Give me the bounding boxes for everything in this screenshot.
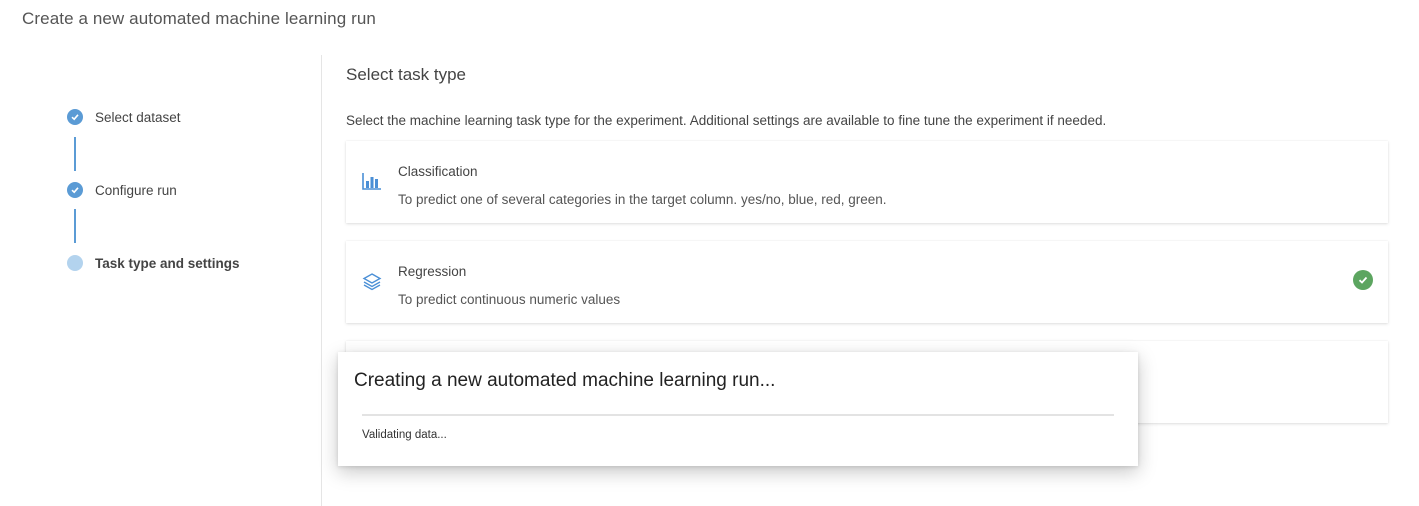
progress-bar	[362, 414, 1114, 416]
checkmark-icon	[67, 182, 83, 198]
section-description: Select the machine learning task type fo…	[346, 113, 1107, 128]
checkmark-icon	[67, 109, 83, 125]
step-label: Configure run	[95, 182, 177, 198]
dialog-status: Validating data...	[362, 429, 447, 441]
step-task-type-settings[interactable]: Task type and settings	[67, 255, 240, 271]
task-card-regression[interactable]: Regression To predict continuous numeric…	[346, 241, 1388, 323]
task-title: Regression	[398, 264, 467, 279]
step-configure-run[interactable]: Configure run	[67, 182, 177, 198]
dialog-title: Creating a new automated machine learnin…	[354, 370, 776, 391]
task-description: To predict one of several categories in …	[398, 192, 887, 207]
current-step-icon	[67, 255, 83, 271]
selected-check-icon	[1353, 270, 1373, 290]
step-label: Select dataset	[95, 109, 181, 125]
step-connector	[74, 209, 76, 243]
page-title: Create a new automated machine learning …	[22, 9, 376, 28]
layers-icon	[361, 270, 383, 292]
step-select-dataset[interactable]: Select dataset	[67, 109, 181, 125]
section-title: Select task type	[346, 65, 467, 84]
task-description: To predict continuous numeric values	[398, 292, 621, 307]
task-card-classification[interactable]: Classification To predict one of several…	[346, 141, 1388, 223]
bar-chart-icon	[361, 170, 383, 192]
task-title: Classification	[398, 164, 478, 179]
step-label: Task type and settings	[95, 255, 240, 271]
progress-dialog: Creating a new automated machine learnin…	[338, 352, 1138, 466]
step-connector	[74, 137, 76, 171]
panel-divider	[321, 55, 322, 506]
